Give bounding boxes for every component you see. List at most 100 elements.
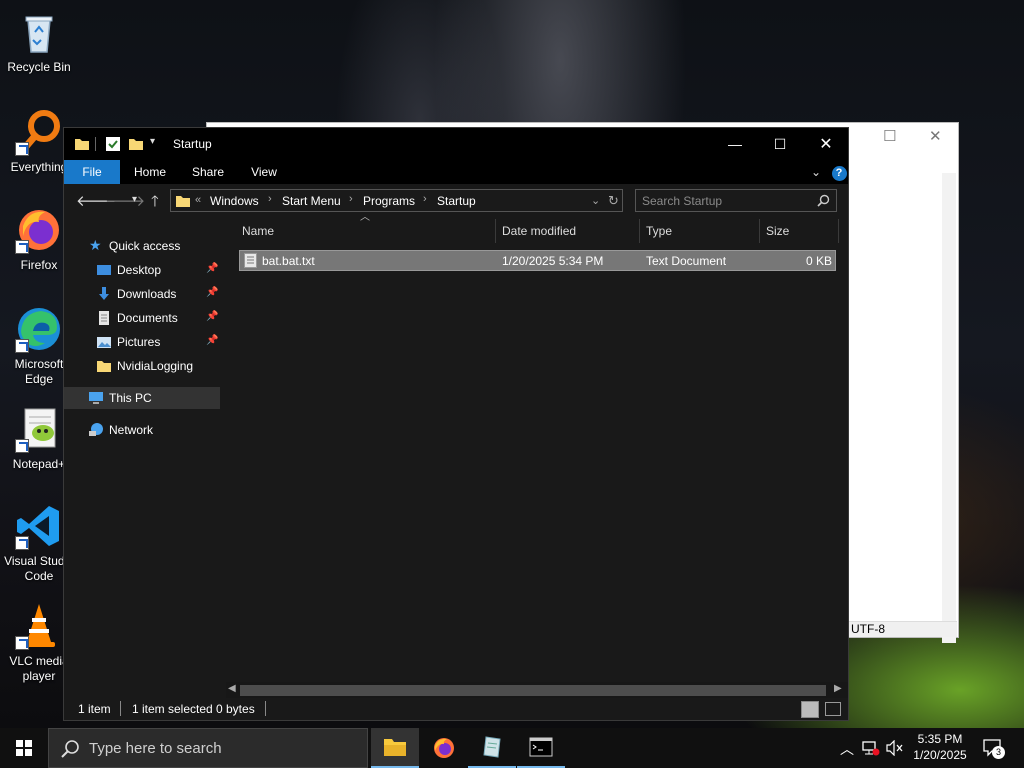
shortcut-arrow-icon [15,439,29,453]
details-view-icon[interactable] [801,701,819,718]
breadcrumb-startup[interactable]: Startup [437,194,476,208]
column-divider[interactable] [495,219,496,243]
taskbar-firefox[interactable] [420,728,468,768]
pin-icon[interactable]: 📌 [206,287,218,298]
pin-icon[interactable]: 📌 [206,335,218,346]
column-header-date-modified[interactable]: Date modified [502,219,637,243]
scrollbar-thumb[interactable] [240,685,826,696]
folder-icon [74,136,90,155]
table-row[interactable]: bat.bat.txt 1/20/2025 5:34 PM Text Docum… [239,250,836,271]
breadcrumb-windows[interactable]: Windows [210,194,259,208]
network-status-icon[interactable] [862,740,880,759]
folder-icon [96,358,112,374]
scroll-left-icon[interactable]: ◀ [228,683,236,694]
start-button[interactable] [0,728,48,768]
column-divider[interactable] [639,219,640,243]
pin-icon[interactable]: 📌 [206,311,218,322]
nav-nvidialogging[interactable]: NvidiaLogging [64,355,220,377]
nav-item-label: This PC [109,391,152,405]
taskbar-search-box[interactable]: Type here to search [48,728,368,768]
scroll-right-icon[interactable]: ▶ [834,683,842,694]
taskbar-search-placeholder: Type here to search [89,740,222,757]
column-divider[interactable] [759,219,760,243]
shortcut-arrow-icon [15,536,29,550]
nav-item-label: Documents [117,311,178,325]
tab-file[interactable]: File [64,160,120,184]
nav-pictures[interactable]: Pictures 📌 [64,331,220,353]
column-header-name[interactable]: Name [242,219,492,243]
maximize-icon[interactable]: ☐ [757,128,803,160]
column-divider[interactable] [838,219,839,243]
notepad-maximize-icon[interactable]: ☐ [883,127,896,145]
breadcrumb-start-menu[interactable]: Start Menu [282,194,341,208]
horizontal-scrollbar[interactable]: ◀ ▶ [226,682,848,698]
nav-documents[interactable]: Documents 📌 [64,307,220,329]
notepad-vertical-scrollbar[interactable] [942,173,956,643]
firefox-icon [434,738,454,758]
notepad-plus-icon [483,736,501,758]
notepad-plus-icon [15,405,63,453]
nav-this-pc[interactable]: This PC [64,387,220,409]
help-icon[interactable]: ? [828,160,850,184]
close-icon[interactable]: ✕ [803,128,849,160]
address-bar[interactable]: « Windows › Start Menu › Programs › Star… [170,189,623,212]
clock-date: 1/20/2025 [913,748,967,762]
everything-search-icon [15,108,63,156]
tab-view[interactable]: View [240,160,288,184]
vscode-icon [15,502,63,550]
column-header-size[interactable]: Size [766,219,834,243]
download-arrow-icon [96,286,112,302]
taskbar-file-explorer[interactable] [371,728,419,768]
clock-time: 5:35 PM [917,732,963,746]
desktop-icon-recycle-bin[interactable]: Recycle Bin [1,8,77,75]
taskbar: Type here to search ︿ 5:35 PM 1/20/2025 … [0,728,1024,768]
address-dropdown-icon[interactable]: ⌄ [591,194,600,207]
notification-count-badge: 3 [992,746,1005,759]
action-center-icon[interactable]: 3 [983,738,1005,761]
customize-quick-access-icon[interactable]: ▾ [150,136,155,147]
file-explorer-window[interactable]: ▾ Startup — ☐ ✕ File Home Share View ⌄ ?… [63,127,849,721]
breadcrumb-programs[interactable]: Programs [363,194,415,208]
text-file-icon [244,253,257,271]
refresh-icon[interactable]: ↻ [608,193,619,209]
breadcrumb-separator-icon[interactable]: › [268,193,272,205]
search-icon[interactable] [817,194,830,210]
large-icons-view-icon[interactable] [825,702,841,716]
nav-quick-access[interactable]: ★ Quick access [64,235,220,257]
breadcrumb-separator-icon[interactable]: › [423,193,427,205]
tab-share[interactable]: Share [184,160,232,184]
breadcrumb-overflow[interactable]: « [195,194,201,206]
window-title: Startup [173,137,212,151]
terminal-icon [529,737,553,757]
taskbar-notepad-plus[interactable] [468,728,516,768]
pin-icon[interactable]: 📌 [206,263,218,274]
forward-arrow-icon[interactable]: 🡒 [105,191,145,210]
minimize-icon[interactable]: — [712,128,758,160]
notepad-close-icon[interactable]: ✕ [929,127,942,145]
properties-check-icon[interactable] [105,136,121,155]
explorer-titlebar[interactable]: ▾ Startup — ☐ ✕ [64,128,848,160]
shortcut-arrow-icon [15,339,29,353]
nav-downloads[interactable]: Downloads 📌 [64,283,220,305]
star-icon: ★ [89,237,102,253]
tab-home[interactable]: Home [126,160,174,184]
breadcrumb-separator-icon[interactable]: › [349,193,353,205]
nav-desktop[interactable]: Desktop 📌 [64,259,220,281]
recycle-bin-icon [15,8,63,56]
windows-logo-icon [16,740,32,756]
taskbar-terminal[interactable] [517,728,565,768]
shortcut-arrow-icon [15,636,29,650]
desktop-icon-label: Recycle Bin [7,60,71,74]
expand-ribbon-icon[interactable]: ⌄ [804,160,828,184]
nav-item-label: Desktop [117,263,162,277]
search-input[interactable] [642,193,812,209]
taskbar-clock[interactable]: 5:35 PM 1/20/2025 [905,731,975,763]
column-header-type[interactable]: Type [646,219,756,243]
volume-muted-icon[interactable] [886,739,904,759]
nav-network[interactable]: Network [64,419,220,441]
up-arrow-icon[interactable]: 🡑 [151,191,159,216]
show-hidden-icons-chevron-icon[interactable]: ︿ [840,739,854,759]
recent-locations-chevron-icon[interactable]: ▾ [132,194,137,205]
new-folder-icon[interactable] [128,136,144,155]
file-explorer-icon [384,739,406,756]
